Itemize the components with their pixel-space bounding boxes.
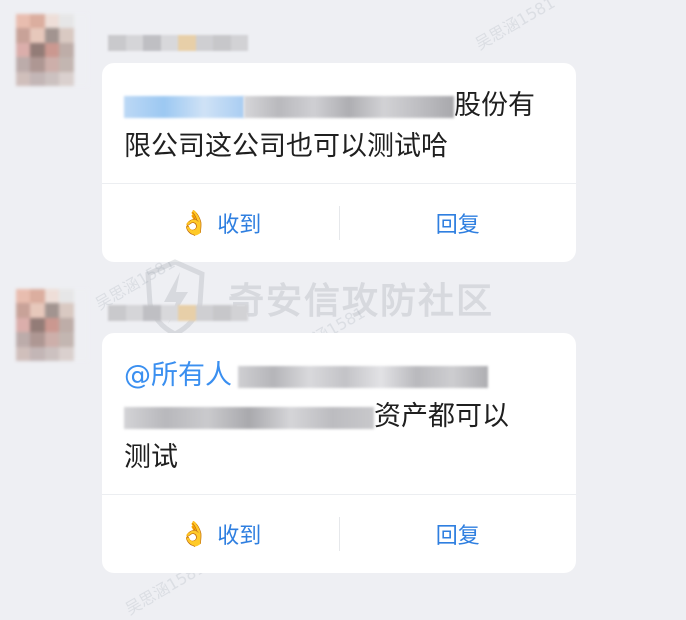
sender-avatar[interactable] xyxy=(16,14,88,86)
reply-label: 回复 xyxy=(435,524,480,549)
sender-name-redacted xyxy=(108,35,248,51)
reply-label: 回复 xyxy=(435,213,480,238)
redacted-text xyxy=(238,365,488,388)
lightning-shield-icon xyxy=(145,259,205,337)
message-line2-tail: 资产都可以 xyxy=(374,401,509,432)
reply-button[interactable]: 回复 xyxy=(340,184,577,262)
message-line3: 测试 xyxy=(124,442,178,473)
message-actions: 👌 收到 回复 xyxy=(102,184,576,262)
redacted-text xyxy=(124,95,244,118)
ack-button[interactable]: 👌 收到 xyxy=(102,184,339,262)
message-line1-tail: 股份有 xyxy=(454,90,535,121)
sender-avatar[interactable] xyxy=(16,289,88,361)
message-text: 股份有 限公司这公司也可以测试哈 xyxy=(124,85,554,167)
redacted-text xyxy=(244,95,454,118)
watermark-text: 奇安信攻防社区 xyxy=(228,281,495,322)
redacted-text xyxy=(124,406,374,429)
message-line2: 限公司这公司也可以测试哈 xyxy=(124,131,448,162)
sender-name-redacted xyxy=(108,305,248,321)
message-actions: 👌 收到 回复 xyxy=(102,495,576,573)
message-card[interactable]: @所有人 资产都可以 测试 👌 收到 回复 xyxy=(102,333,576,573)
reply-button[interactable]: 回复 xyxy=(340,495,577,573)
ack-label: 收到 xyxy=(217,213,262,238)
message-card[interactable]: 股份有 限公司这公司也可以测试哈 👌 收到 回复 xyxy=(102,63,576,262)
ok-hand-icon: 👌 xyxy=(179,520,210,548)
brand-watermark: 奇安信攻防社区 xyxy=(140,258,494,338)
ok-hand-icon: 👌 xyxy=(179,209,210,237)
mention-all[interactable]: @所有人 xyxy=(124,360,232,391)
ack-label: 收到 xyxy=(217,524,262,549)
message-text: @所有人 资产都可以 测试 xyxy=(124,355,554,478)
ack-button[interactable]: 👌 收到 xyxy=(102,495,339,573)
faint-watermark: 吴思涵1581 xyxy=(471,0,559,54)
